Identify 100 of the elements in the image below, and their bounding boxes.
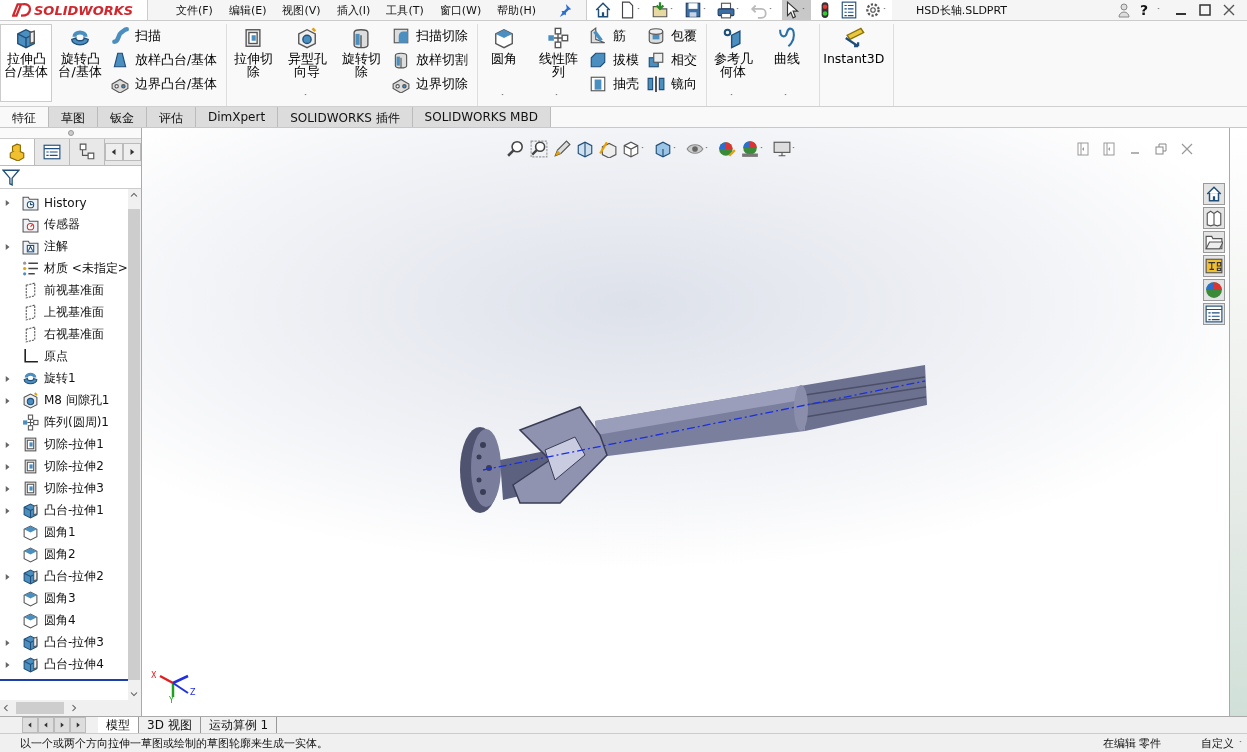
nav-button[interactable] xyxy=(70,717,86,734)
status-message: 以一个或两个方向拉伸一草图或绘制的草图轮廓来生成一实体。 xyxy=(20,735,329,751)
cylinder-icon xyxy=(647,27,666,45)
tree-item[interactable]: 传感器 xyxy=(44,216,80,234)
monitor-icon[interactable] xyxy=(773,139,791,158)
menu-item[interactable]: 帮助(H) xyxy=(489,2,545,18)
command-button[interactable]: 放样切割 xyxy=(389,50,472,70)
scroll-right-button[interactable] xyxy=(123,142,141,161)
tree-item[interactable]: 圆角3 xyxy=(44,590,76,608)
tree-item[interactable]: 凸台-拉伸3 xyxy=(44,634,104,652)
tree-item[interactable]: 注解 xyxy=(44,238,68,256)
tab[interactable]: DimXpert xyxy=(196,106,279,127)
tree-item[interactable]: M8 间隙孔1 xyxy=(44,392,110,410)
tree-item[interactable]: 凸台-拉伸4 xyxy=(44,656,104,674)
command-button[interactable]: 线性阵列 xyxy=(532,24,585,102)
tree-item[interactable]: 切除-拉伸1 xyxy=(44,436,104,454)
filter-icon[interactable] xyxy=(2,167,20,186)
menu-item[interactable]: 工具(T) xyxy=(378,2,432,18)
menu-item[interactable]: 插入(I) xyxy=(328,2,379,18)
tree-item[interactable]: 切除-拉伸3 xyxy=(44,480,104,498)
command-button[interactable]: 边界切除 xyxy=(389,74,472,94)
nav-button[interactable] xyxy=(54,717,70,734)
close-icon[interactable] xyxy=(1221,2,1237,18)
tree-item[interactable]: 凸台-拉伸1 xyxy=(44,502,104,520)
tree-item[interactable]: 原点 xyxy=(44,348,68,366)
tab[interactable]: 评估 xyxy=(147,106,196,127)
tab[interactable]: SOLIDWORKS 插件 xyxy=(278,106,413,127)
menu-item[interactable]: 窗口(W) xyxy=(431,2,490,18)
tab[interactable]: 草图 xyxy=(49,106,98,127)
task-pane-tab[interactable] xyxy=(1203,206,1225,229)
help-button[interactable]: ? xyxy=(1139,2,1148,18)
command-button[interactable]: 异型孔向导 xyxy=(281,24,334,102)
units-selector[interactable]: 自定义 xyxy=(1201,735,1234,751)
pencil-icon[interactable] xyxy=(553,139,571,158)
axes-icon xyxy=(22,348,39,366)
command-button[interactable]: Instant3D xyxy=(820,24,888,102)
nav-button[interactable] xyxy=(22,717,38,734)
status-mode: 在编辑 零件 xyxy=(1102,735,1161,751)
task-pane-tab[interactable] xyxy=(1203,302,1225,325)
magnifier-icon[interactable] xyxy=(530,139,548,158)
person-icon[interactable] xyxy=(1115,2,1132,18)
folder-icon[interactable] xyxy=(651,1,670,19)
tree-item[interactable]: 旋转1 xyxy=(44,370,76,388)
command-button[interactable]: 拉伸凸台/基体 xyxy=(0,24,52,102)
cube-icon[interactable] xyxy=(599,139,617,158)
cube-icon xyxy=(493,27,516,49)
cube-icon[interactable] xyxy=(654,139,672,158)
settings-icon[interactable] xyxy=(864,1,883,19)
menu-item[interactable]: 文件(F) xyxy=(168,2,221,18)
tree-item[interactable]: History xyxy=(44,195,87,210)
command-button[interactable]: 扫描 xyxy=(108,26,221,46)
command-button[interactable]: 拔模 xyxy=(586,50,643,70)
list-icon[interactable] xyxy=(840,1,859,19)
pin-icon[interactable] xyxy=(558,3,573,17)
cube-icon[interactable] xyxy=(622,139,640,158)
sphere-icon[interactable] xyxy=(741,139,759,158)
task-pane-tab[interactable] xyxy=(1203,254,1225,277)
scroll-left-button[interactable] xyxy=(105,142,123,161)
tree-item[interactable]: 前视基准面 xyxy=(44,282,104,300)
tree-item[interactable]: 凸台-拉伸2 xyxy=(44,568,104,586)
task-pane-tab[interactable] xyxy=(1203,182,1225,205)
tree-item[interactable]: 材质 <未指定> xyxy=(44,260,128,278)
scrollbar[interactable] xyxy=(0,700,141,717)
command-button[interactable]: 参考几何体 xyxy=(707,24,760,102)
command-button[interactable]: 圆角 xyxy=(478,24,531,102)
command-button[interactable]: 筋 xyxy=(586,26,643,46)
restore-icon[interactable] xyxy=(1153,140,1169,157)
command-button[interactable]: 旋转凸台/基体 xyxy=(54,24,106,102)
panel-tab[interactable] xyxy=(0,138,35,165)
menu-item[interactable]: 编辑(E) xyxy=(220,2,275,18)
save-icon[interactable] xyxy=(684,1,703,19)
task-pane-tab[interactable] xyxy=(1203,230,1225,253)
command-button[interactable]: 扫描切除 xyxy=(389,26,472,46)
maximize-icon[interactable] xyxy=(1197,2,1213,18)
command-button[interactable]: 曲线 xyxy=(761,24,814,102)
magnifier-icon[interactable] xyxy=(507,139,525,158)
tree-item[interactable]: 圆角1 xyxy=(44,524,76,542)
command-button[interactable]: 抽壳 xyxy=(586,74,643,94)
tree-item[interactable]: 上视基准面 xyxy=(44,304,104,322)
tab[interactable]: 钣金 xyxy=(98,106,147,127)
command-button[interactable]: 旋转切除 xyxy=(335,24,388,102)
command-button[interactable]: 拉伸切除 xyxy=(227,24,280,102)
tree-item[interactable]: 圆角2 xyxy=(44,546,76,564)
tree-item[interactable]: 圆角4 xyxy=(44,612,76,630)
command-button[interactable]: 镜向 xyxy=(644,74,701,94)
menu-item[interactable]: 视图(V) xyxy=(274,2,329,18)
sphere-icon[interactable] xyxy=(718,139,736,158)
command-button[interactable]: 边界凸台/基体 xyxy=(108,74,221,94)
tree-item[interactable]: 右视基准面 xyxy=(44,326,104,344)
command-button[interactable]: 放样凸台/基体 xyxy=(108,50,221,70)
grip-icon[interactable] xyxy=(67,129,74,136)
printer-icon[interactable] xyxy=(717,1,736,19)
command-button[interactable]: 相交 xyxy=(644,50,701,70)
tab[interactable]: 模型 xyxy=(98,717,139,734)
nav-button[interactable] xyxy=(38,717,54,734)
tree-item[interactable]: 阵列(圆周)1 xyxy=(44,414,109,432)
cube-icon[interactable] xyxy=(576,139,594,158)
command-button[interactable]: 包覆 xyxy=(644,26,701,46)
home-icon[interactable] xyxy=(594,1,613,19)
tree-item[interactable]: 切除-拉伸2 xyxy=(44,458,104,476)
